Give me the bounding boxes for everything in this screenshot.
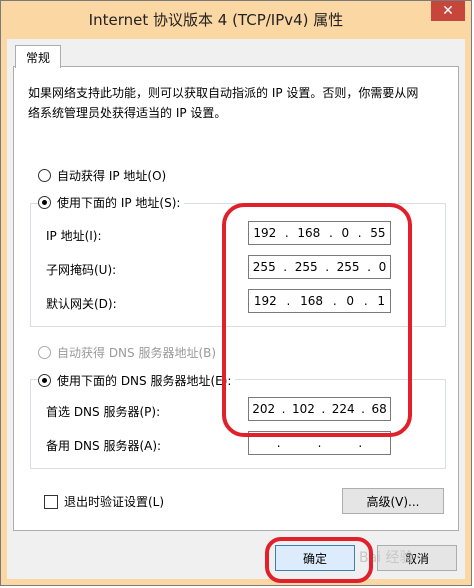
radio-auto-dns-label: 自动获得 DNS 服务器地址(B)	[57, 346, 217, 360]
validate-on-exit-checkbox[interactable]: 退出时验证设置(L)	[44, 493, 164, 510]
validate-checkbox-box[interactable]	[44, 494, 58, 509]
alternate-dns-label: 备用 DNS 服务器(A):	[46, 439, 162, 453]
radio-auto-ip-indicator[interactable]	[38, 169, 51, 182]
close-icon: ✕	[442, 3, 454, 19]
radio-auto-dns[interactable]: 自动获得 DNS 服务器地址(B)	[38, 344, 216, 361]
description-text: 如果网络支持此功能，则可以获取自动指派的 IP 设置。否则，你需要从网络系统管理…	[28, 86, 419, 120]
radio-manual-ip-label: 使用下面的 IP 地址(S):	[57, 196, 181, 210]
radio-manual-ip[interactable]: 使用下面的 IP 地址(S):	[38, 194, 185, 211]
radio-manual-ip-indicator[interactable]	[38, 196, 51, 209]
radio-auto-dns-indicator[interactable]	[38, 346, 51, 359]
tab-general[interactable]: 常规	[15, 45, 62, 68]
advanced-button[interactable]: 高级(V)...	[342, 488, 444, 514]
ip-address-label: IP 地址(I):	[46, 229, 102, 243]
preferred-dns-label: 首选 DNS 服务器(P):	[46, 405, 161, 419]
annotation-highlight-ok-button	[265, 537, 373, 583]
radio-auto-ip[interactable]: 自动获得 IP 地址(O)	[38, 167, 166, 184]
title-bar[interactable]: Internet 协议版本 4 (TCP/IPv4) 属性 ✕	[1, 1, 471, 39]
annotation-highlight-ip-fields	[222, 203, 412, 437]
radio-manual-dns[interactable]: 使用下面的 DNS 服务器地址(E):	[38, 372, 236, 389]
radio-auto-ip-label: 自动获得 IP 地址(O)	[57, 169, 167, 183]
radio-manual-dns-indicator[interactable]	[38, 374, 51, 387]
subnet-mask-label: 子网掩码(U):	[46, 263, 117, 277]
validate-checkbox-label: 退出时验证设置(L)	[64, 495, 165, 509]
close-button[interactable]: ✕	[431, 1, 465, 21]
window-title: Internet 协议版本 4 (TCP/IPv4) 属性	[88, 11, 344, 29]
radio-manual-dns-label: 使用下面的 DNS 服务器地址(E):	[57, 374, 232, 388]
default-gateway-label: 默认网关(D):	[46, 297, 117, 311]
